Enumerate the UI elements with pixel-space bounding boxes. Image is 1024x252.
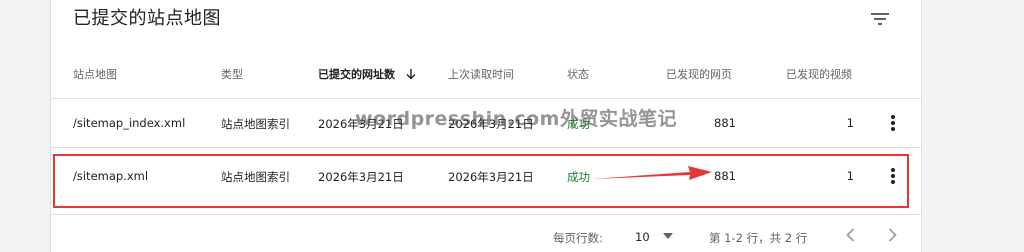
cell-type: 站点地图索引 bbox=[221, 117, 290, 131]
annotation-arrow bbox=[592, 166, 712, 180]
cell-pages: 881 bbox=[714, 116, 736, 130]
column-header-sitemap[interactable]: 站点地图 bbox=[73, 66, 117, 82]
column-header-type[interactable]: 类型 bbox=[221, 66, 243, 82]
rows-per-page-value: 10 bbox=[635, 230, 650, 244]
row-divider bbox=[51, 147, 921, 148]
column-header-pages[interactable]: 已发现的网页 bbox=[666, 66, 732, 82]
column-header-last-read[interactable]: 上次读取时间 bbox=[448, 66, 514, 82]
chevron-left-icon[interactable] bbox=[841, 225, 861, 245]
pagination-range: 第 1-2 行，共 2 行 bbox=[709, 231, 808, 245]
cell-videos: 1 bbox=[846, 116, 854, 130]
column-header-status[interactable]: 状态 bbox=[567, 66, 589, 82]
rows-per-page-select[interactable]: 10 bbox=[635, 227, 679, 247]
rows-per-page-label: 每页行数: bbox=[553, 231, 603, 245]
chevron-right-icon[interactable] bbox=[882, 225, 902, 245]
caret-down-icon bbox=[663, 233, 673, 239]
table-bottom-divider bbox=[51, 214, 921, 215]
page-title: 已提交的站点地图 bbox=[73, 8, 221, 29]
watermark: wordpresshin.com外贸实战笔记 bbox=[355, 108, 677, 130]
filter-icon[interactable] bbox=[868, 7, 892, 31]
column-header-submitted[interactable]: 已提交的网址数 bbox=[318, 66, 417, 82]
column-header-videos[interactable]: 已发现的视频 bbox=[786, 66, 852, 82]
column-header-submitted-label: 已提交的网址数 bbox=[318, 68, 395, 81]
more-vert-icon[interactable] bbox=[881, 111, 905, 135]
arrow-down-icon bbox=[406, 69, 416, 80]
highlight-box bbox=[53, 154, 909, 208]
cell-sitemap: /sitemap_index.xml bbox=[73, 116, 186, 130]
